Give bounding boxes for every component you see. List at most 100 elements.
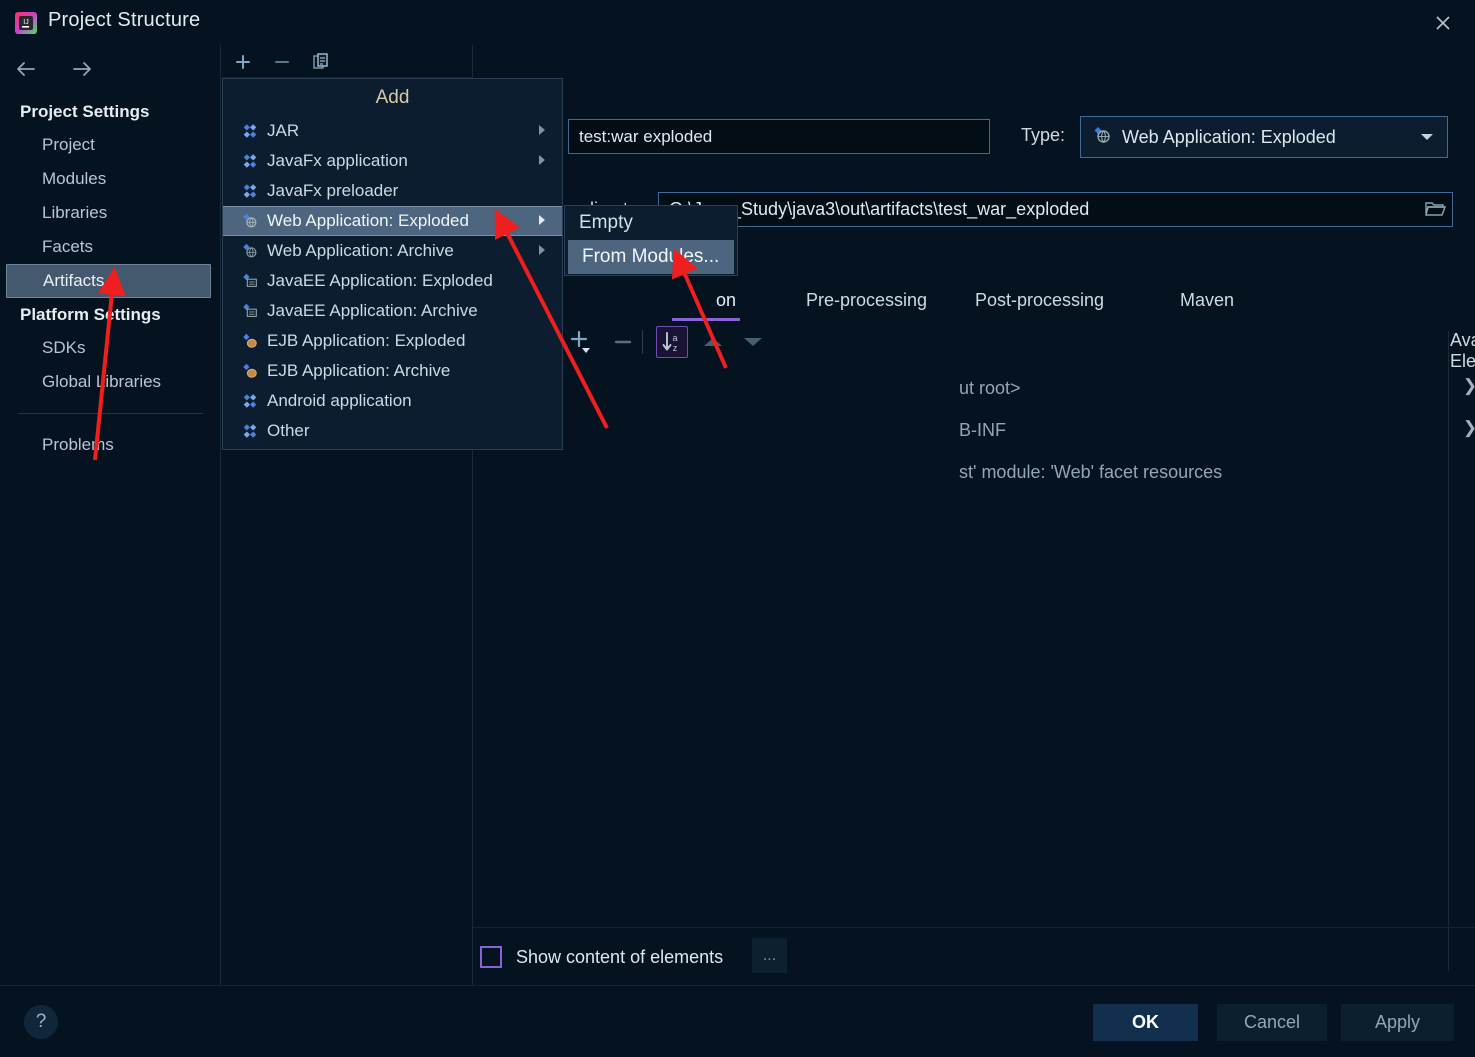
menu-label-web-application-archive: Web Application: Archive <box>267 241 454 260</box>
javaee-artifact-icon <box>237 272 263 290</box>
menu-item-javafx-application[interactable]: JavaFx application <box>223 146 562 176</box>
sidebar-divider <box>18 413 203 414</box>
chevron-down-icon[interactable] <box>1407 117 1447 157</box>
artifact-editor: Type: Web Application: Exploded director… <box>473 45 1475 985</box>
intellij-idea-icon: IJ <box>14 11 38 35</box>
submenu-arrow-icon <box>536 121 548 141</box>
svg-text:IJ: IJ <box>23 19 28 26</box>
close-icon[interactable] <box>1429 9 1457 37</box>
web-artifact-icon <box>237 242 263 260</box>
menu-item-web-application-archive[interactable]: Web Application: Archive <box>223 236 562 266</box>
arrow-left-icon[interactable] <box>10 53 42 85</box>
tree-row-facet-resources[interactable]: st' module: 'Web' facet resources <box>959 451 1429 493</box>
sidebar-item-libraries[interactable]: Libraries <box>0 196 221 230</box>
type-label: Type: <box>1021 125 1066 145</box>
web-artifact-icon <box>237 212 263 230</box>
artifact-type-value: Web Application: Exploded <box>1122 126 1336 147</box>
settings-sidebar: Project Settings Project Modules Librari… <box>0 45 221 985</box>
apply-button[interactable]: Apply <box>1341 1004 1454 1041</box>
menu-item-ejb-application-archive[interactable]: EJB Application: Archive <box>223 356 562 386</box>
arrow-down-icon[interactable] <box>738 327 768 357</box>
menu-item-ejb-application-exploded[interactable]: EJB Application: Exploded <box>223 326 562 356</box>
sidebar-item-project[interactable]: Project <box>0 128 221 162</box>
output-directory-input[interactable] <box>658 192 1453 227</box>
menu-item-web-application-exploded[interactable]: Web Application: Exploded <box>223 206 562 236</box>
plus-dropdown-icon[interactable] <box>566 327 596 357</box>
editor-tabs: on Pre-processing Post-processing Maven <box>568 287 1458 321</box>
submenu-item-from-modules[interactable]: From Modules... <box>568 240 734 274</box>
menu-label-javaee-application-exploded: JavaEE Application: Exploded <box>267 271 493 290</box>
submenu-arrow-icon <box>536 211 548 231</box>
title-bar: IJ Project Structure <box>0 0 1475 45</box>
copy-icon[interactable] <box>307 48 335 76</box>
sidebar-item-global-libraries[interactable]: Global Libraries <box>0 365 221 399</box>
add-menu-title: Add <box>375 87 410 108</box>
available-elements-tree: ❯ Artifacts ❯ <box>1457 365 1475 491</box>
submenu-arrow-icon <box>536 151 548 171</box>
active-tab-indicator <box>672 318 740 321</box>
tab-post-processing[interactable]: Post-processing <box>975 287 1104 321</box>
add-artifact-menu: Add JAR JavaFx application JavaFx preloa… <box>222 78 563 450</box>
window-title: Project Structure <box>48 9 201 31</box>
artifact-icon <box>237 422 263 440</box>
artifact-icon <box>237 122 263 140</box>
web-artifact-icon <box>1091 124 1113 151</box>
show-content-checkbox[interactable] <box>480 946 502 968</box>
menu-label-ejb-application-archive: EJB Application: Archive <box>267 361 451 380</box>
menu-label-other: Other <box>267 421 310 440</box>
submenu-item-empty[interactable]: Empty <box>565 206 737 240</box>
sidebar-item-facets[interactable]: Facets <box>0 230 221 264</box>
tab-pre-processing[interactable]: Pre-processing <box>806 287 927 321</box>
sidebar-item-modules[interactable]: Modules <box>0 162 221 196</box>
show-content-label: Show content of elements <box>516 946 724 967</box>
svg-text:z: z <box>673 343 678 353</box>
question-mark-icon[interactable]: ? <box>24 1005 58 1039</box>
artifact-icon <box>237 392 263 410</box>
available-elements-divider <box>1448 331 1449 971</box>
cancel-button[interactable]: Cancel <box>1217 1004 1327 1041</box>
arrow-right-icon[interactable] <box>66 53 98 85</box>
ejb-artifact-icon <box>237 362 263 380</box>
menu-item-javaee-application-archive[interactable]: JavaEE Application: Archive <box>223 296 562 326</box>
tab-output-layout[interactable]: on <box>716 287 736 321</box>
sidebar-item-artifacts[interactable]: Artifacts <box>6 264 211 298</box>
menu-item-javaee-application-exploded[interactable]: JavaEE Application: Exploded <box>223 266 562 296</box>
more-options-button[interactable]: ... <box>752 938 787 973</box>
chevron-right-icon[interactable]: ❯ <box>1457 418 1475 438</box>
menu-label-javafx-application: JavaFx application <box>267 151 408 170</box>
available-row-artifacts[interactable]: ❯ Artifacts <box>1457 365 1475 407</box>
sidebar-item-sdks[interactable]: SDKs <box>0 331 221 365</box>
folder-open-icon[interactable] <box>1421 196 1449 222</box>
minus-icon[interactable] <box>268 48 296 76</box>
available-row-test[interactable]: test <box>1457 449 1475 491</box>
tree-row-output-root[interactable]: ut root> <box>959 367 1429 409</box>
arrow-up-icon[interactable] <box>698 327 728 357</box>
available-row-mybatis[interactable]: ❯ MyBatis <box>1457 407 1475 449</box>
artifact-type-combobox[interactable]: Web Application: Exploded <box>1080 116 1448 158</box>
menu-label-javaee-application-archive: JavaEE Application: Archive <box>267 301 478 320</box>
menu-label-jar: JAR <box>267 121 300 140</box>
menu-item-android-application[interactable]: Android application <box>223 386 562 416</box>
sort-alphabetical-icon[interactable]: a z <box>656 326 688 358</box>
menu-item-other[interactable]: Other <box>223 416 562 446</box>
artifact-icon <box>237 182 263 200</box>
plus-icon[interactable] <box>229 48 257 76</box>
tree-row-web-inf[interactable]: B-INF <box>959 409 1429 451</box>
ok-button[interactable]: OK <box>1093 1004 1198 1041</box>
output-layout-tree: ut root> B-INF st' module: 'Web' facet r… <box>959 367 1429 493</box>
editor-bottom-divider <box>473 927 1475 928</box>
sidebar-item-problems[interactable]: Problems <box>0 428 221 462</box>
minus-icon[interactable] <box>608 327 638 357</box>
artifact-name-input[interactable] <box>568 119 990 154</box>
show-content-of-elements-row: Show content of elements <box>480 940 723 974</box>
menu-item-jar[interactable]: JAR <box>223 116 562 146</box>
add-menu-list: JAR JavaFx application JavaFx preloader … <box>223 116 562 446</box>
artifact-icon <box>237 152 263 170</box>
chevron-right-icon[interactable]: ❯ <box>1457 376 1475 396</box>
elements-toolbar: a z <box>566 326 1451 361</box>
ejb-artifact-icon <box>237 332 263 350</box>
menu-item-javafx-preloader[interactable]: JavaFx preloader <box>223 176 562 206</box>
tab-maven[interactable]: Maven <box>1180 287 1234 321</box>
javaee-artifact-icon <box>237 302 263 320</box>
menu-label-ejb-application-exploded: EJB Application: Exploded <box>267 331 466 350</box>
